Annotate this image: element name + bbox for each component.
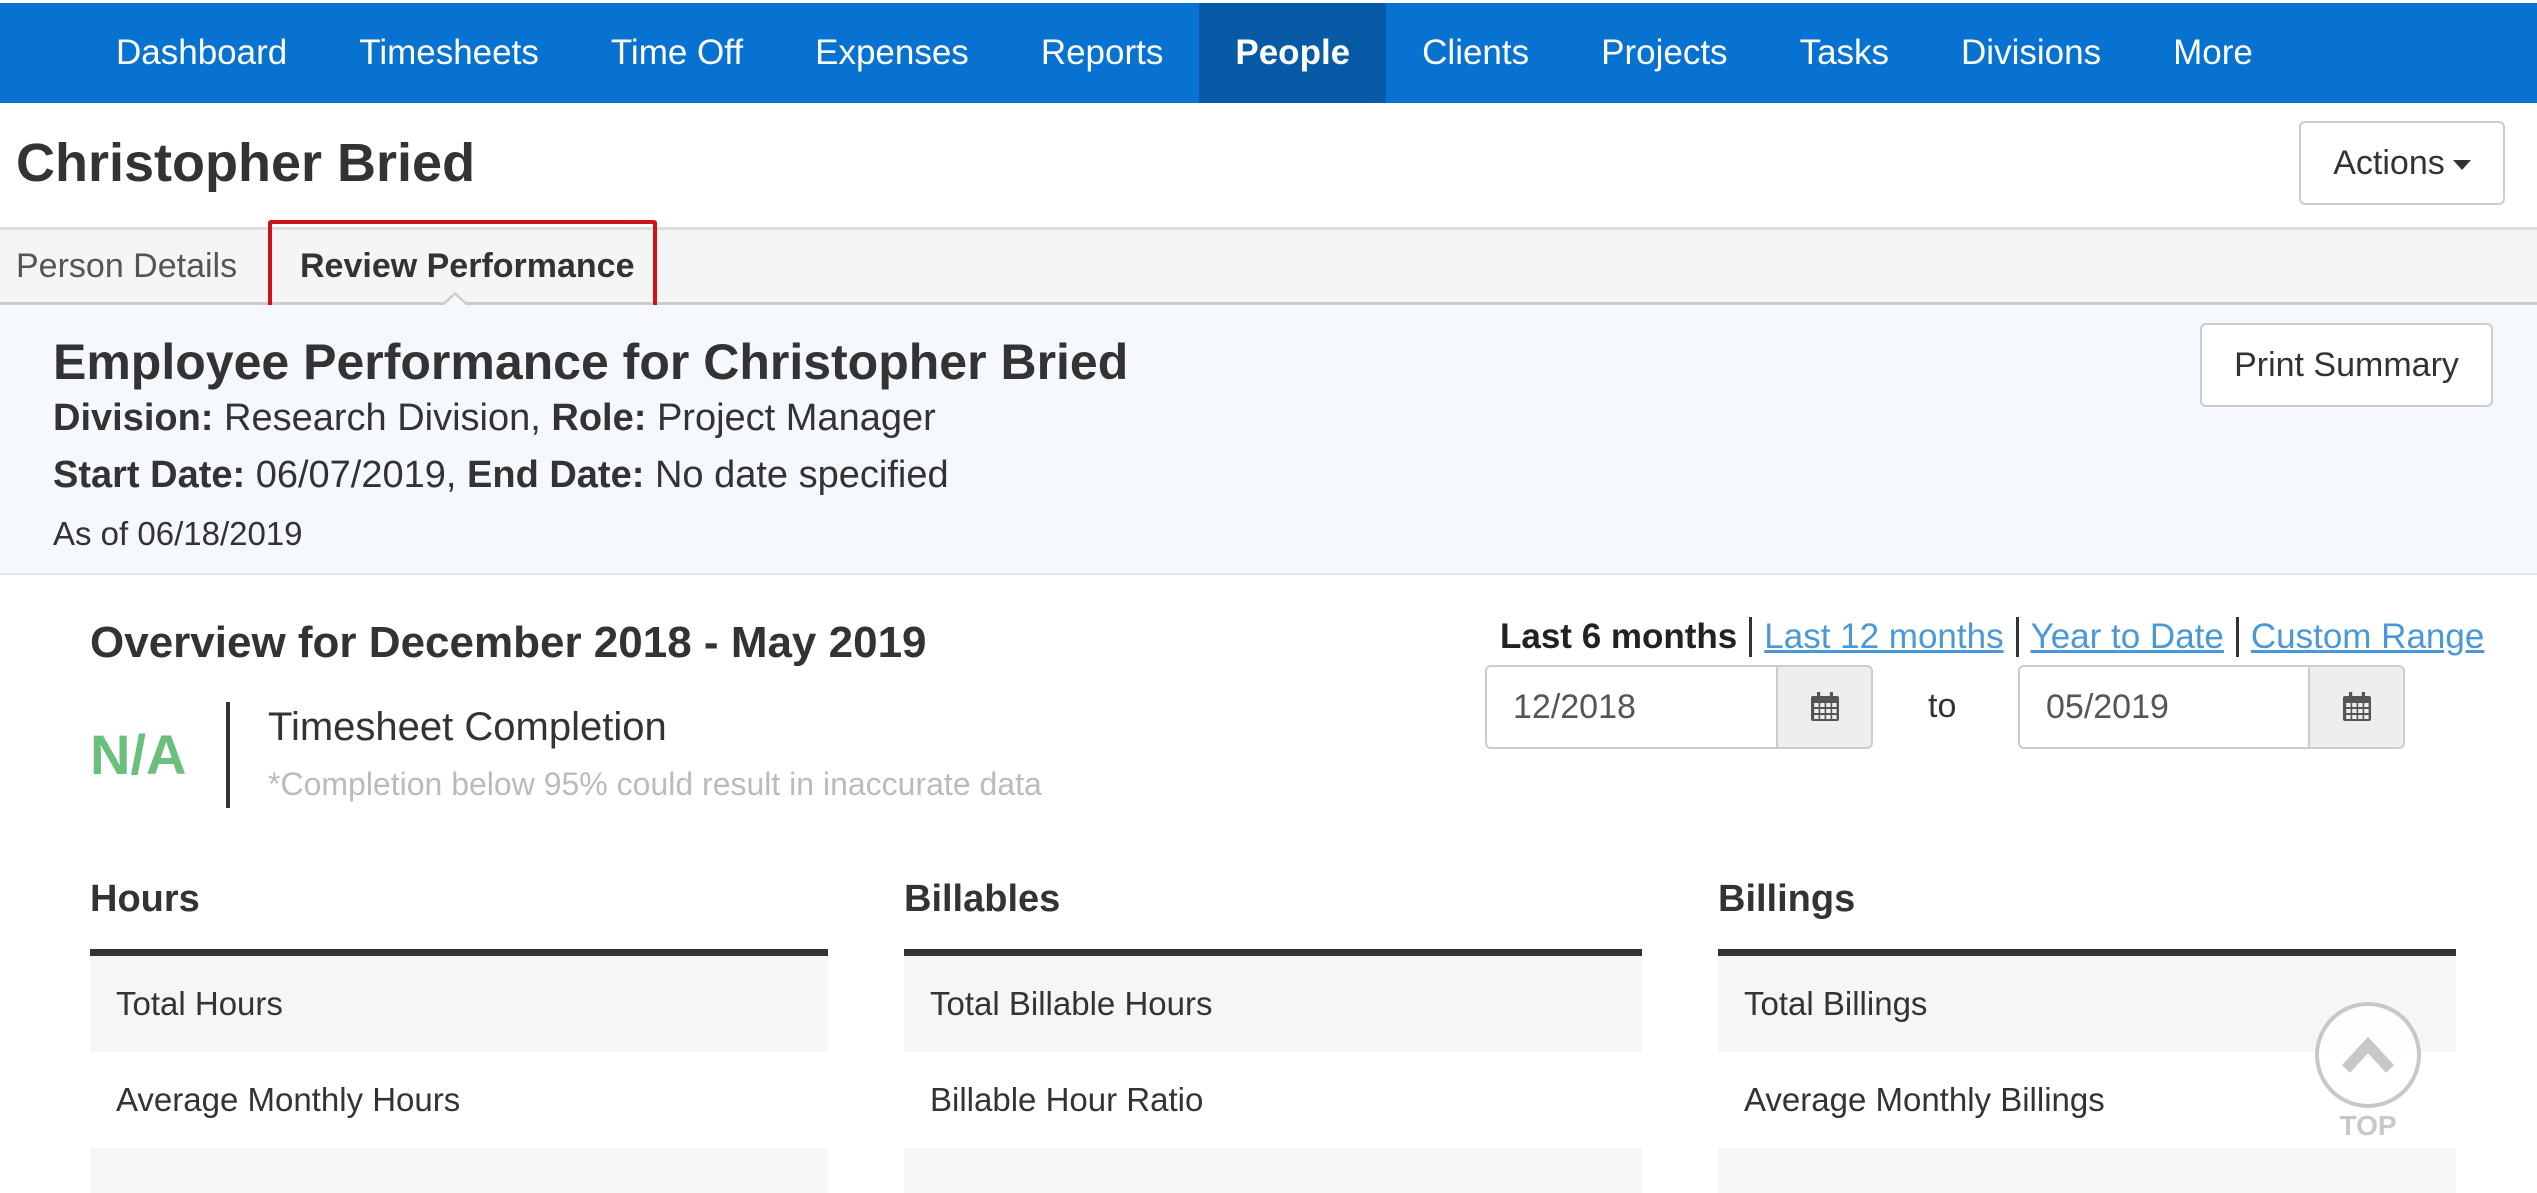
overview-dash: - [703,618,719,667]
back-to-top-button[interactable] [2315,1002,2421,1108]
to-date-picker [2018,665,2405,749]
billables-title: Billables [904,870,1642,956]
overview-range-end: May 2019 [730,618,927,667]
end-date-label: End Date: [467,454,645,496]
start-date-label: Start Date: [53,454,246,496]
nav-people[interactable]: People [1199,3,1387,103]
division-role-line: Division: Research Division, Role: Proje… [53,397,936,440]
page-title: Christopher Bried [16,133,476,193]
from-calendar-button[interactable] [1776,667,1871,747]
metric-row-cut-off [1718,1148,2456,1193]
hours-panel: Hours Total Hours Average Monthly Hours [90,870,828,1193]
metric-row-cut-off [904,1148,1642,1193]
dates-line: Start Date: 06/07/2019, End Date: No dat… [53,454,949,497]
nav-time-off[interactable]: Time Off [575,3,779,103]
metric-row: Total Billable Hours [904,956,1642,1052]
overview-range-start: December 2018 [368,618,692,667]
role-label: Role: [551,397,647,439]
nav-tasks[interactable]: Tasks [1764,3,1925,103]
nav-reports[interactable]: Reports [1005,3,1200,103]
to-calendar-button[interactable] [2308,667,2403,747]
division-value: Research Division, [224,397,541,439]
actions-button[interactable]: Actions [2299,121,2505,205]
calendar-icon [2342,692,2371,721]
nav-divisions[interactable]: Divisions [1925,3,2137,103]
overview-title: Overview for December 2018 - May 2019 [90,618,927,668]
timesheet-completion-label: Timesheet Completion [268,705,667,749]
hours-title: Hours [90,870,828,956]
date-range-to-label: to [1928,687,1957,725]
range-selector: Last 6 months Last 12 months Year to Dat… [1500,617,2484,657]
employee-summary: Employee Performance for Christopher Bri… [0,305,2537,575]
start-date-value: 06/07/2019, [255,454,457,496]
top-nav: Dashboard Timesheets Time Off Expenses R… [0,0,2537,103]
timesheet-completion-note: *Completion below 95% could result in in… [268,766,1042,802]
billings-title: Billings [1718,870,2456,956]
from-date-picker [1485,665,1873,749]
nav-expenses[interactable]: Expenses [779,3,1005,103]
nav-timesheets[interactable]: Timesheets [323,3,575,103]
from-date-input[interactable] [1487,667,1776,747]
nav-dashboard[interactable]: Dashboard [80,3,323,103]
to-date-input[interactable] [2020,667,2308,747]
tab-person-details[interactable]: Person Details [16,230,237,302]
range-separator [2015,617,2019,657]
metric-row: Total Hours [90,956,828,1052]
division-label: Division: [53,397,214,439]
range-separator [2235,617,2239,657]
range-custom[interactable]: Custom Range [2251,617,2484,657]
role-value: Project Manager [656,397,936,439]
end-date-value: No date specified [654,454,949,496]
actions-label: Actions [2333,143,2445,182]
chevron-up-icon [2341,1036,2395,1073]
billables-panel: Billables Total Billable Hours Billable … [904,870,1642,1193]
range-year-to-date[interactable]: Year to Date [2031,617,2224,657]
calendar-icon [1810,692,1839,721]
range-last-6-months[interactable]: Last 6 months [1500,617,1737,657]
completion-divider [226,702,230,808]
back-to-top-label: TOP [2339,1110,2397,1141]
range-separator [1749,617,1753,657]
tab-bar: Person Details Review Performance [0,227,2537,305]
caret-down-icon [2452,160,2471,170]
employee-performance-title: Employee Performance for Christopher Bri… [53,334,1129,390]
metric-row-cut-off [90,1148,828,1193]
print-summary-button[interactable]: Print Summary [2200,323,2493,407]
range-last-12-months[interactable]: Last 12 months [1764,617,2003,657]
nav-clients[interactable]: Clients [1386,3,1565,103]
nav-more[interactable]: More [2137,3,2289,103]
metric-row: Billable Hour Ratio [904,1052,1642,1148]
metric-row: Average Monthly Hours [90,1052,828,1148]
timesheet-completion-value: N/A [90,723,187,786]
as-of-date: As of 06/18/2019 [53,515,303,552]
nav-projects[interactable]: Projects [1565,3,1763,103]
overview-prefix: Overview for [90,618,357,667]
